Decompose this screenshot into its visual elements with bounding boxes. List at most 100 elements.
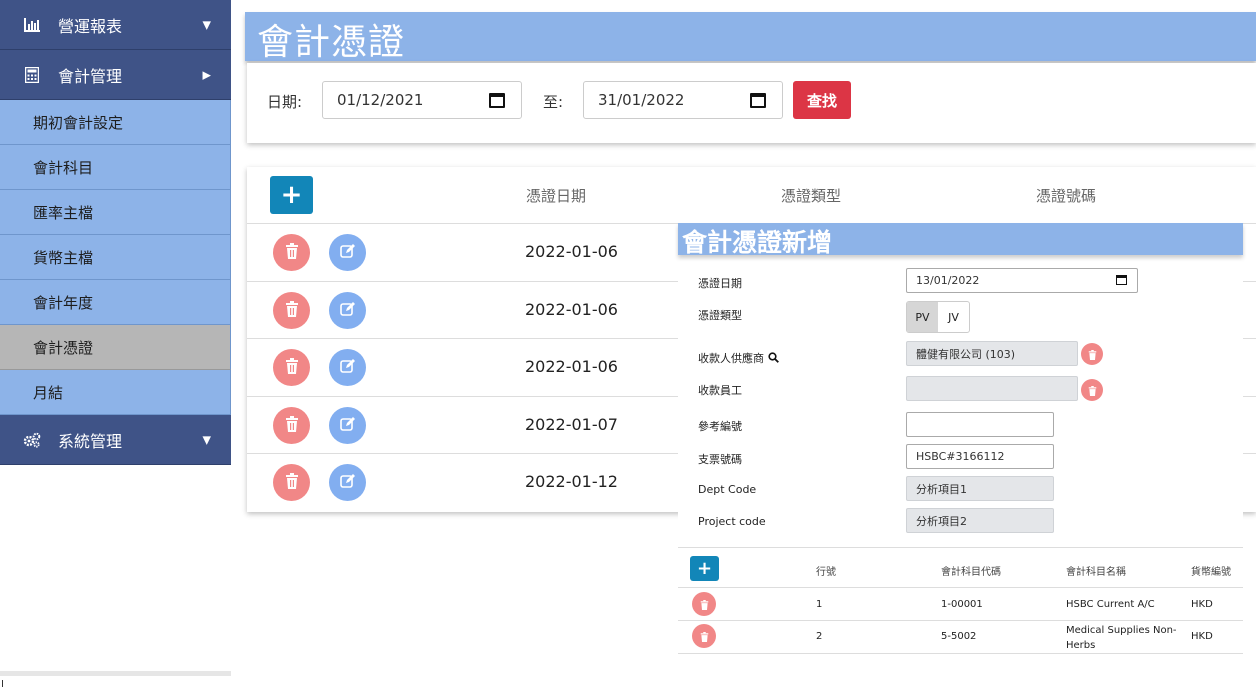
sidebar-scroll-track xyxy=(0,671,231,676)
sidebar-item-system[interactable]: 系統管理 ▼ xyxy=(0,415,231,465)
sidebar-item-label: 會計年度 xyxy=(33,293,94,312)
payee-supplier-field[interactable]: 體健有限公司 (103) xyxy=(906,341,1078,366)
search-button[interactable]: 查找 xyxy=(793,81,851,119)
sidebar-item-accounting[interactable]: 會計管理 ▶ xyxy=(0,50,231,100)
dialog-header: 會計憑證新增 xyxy=(678,223,1243,257)
sidebar-item-currencies[interactable]: 貨幣主檔 xyxy=(0,235,231,280)
sidebar-item-label: 匯率主檔 xyxy=(33,203,94,222)
project-code-value: 分析項目2 xyxy=(916,514,967,528)
project-code-field[interactable]: 分析項目2 xyxy=(906,508,1054,533)
column-header: 貨幣編號 xyxy=(1191,567,1231,578)
calendar-icon[interactable] xyxy=(1116,275,1127,285)
trash-icon xyxy=(285,242,299,263)
divider xyxy=(678,653,1243,654)
from-date-input[interactable]: 01/12/2021 xyxy=(322,81,522,119)
edit-icon xyxy=(339,301,356,321)
delete-button[interactable] xyxy=(273,464,310,501)
sidebar-item-opening-setup[interactable]: 期初會計設定 xyxy=(0,100,231,145)
payee-staff-label: 收款員工 xyxy=(698,384,742,397)
delete-line-button[interactable] xyxy=(692,592,716,616)
column-header: 行號 xyxy=(816,567,836,578)
voucher-date-value: 13/01/2022 xyxy=(916,274,980,287)
divider xyxy=(678,620,1243,621)
sidebar-item-label: 月結 xyxy=(33,383,64,402)
to-date-input[interactable]: 31/01/2022 xyxy=(583,81,783,119)
delete-button[interactable] xyxy=(273,407,310,444)
account-name: Medical Supplies Non-Herbs xyxy=(1066,625,1177,651)
gears-icon xyxy=(22,432,42,448)
edit-button[interactable] xyxy=(329,292,366,329)
payee-supplier-label-text: 收款人供應商 xyxy=(698,352,764,365)
sidebar-item-reports[interactable]: 營運報表 ▼ xyxy=(0,0,231,50)
payee-supplier-label: 收款人供應商 xyxy=(698,350,779,366)
voucher-type-toggle: PV JV xyxy=(906,301,970,333)
plus-icon: + xyxy=(696,558,713,579)
to-date-value: 31/01/2022 xyxy=(598,91,685,109)
trash-icon xyxy=(285,472,299,493)
line-number: 1 xyxy=(816,599,823,610)
delete-line-button[interactable] xyxy=(692,624,716,648)
calendar-icon[interactable] xyxy=(750,93,766,108)
text-cursor xyxy=(2,680,3,687)
dept-code-value: 分析項目1 xyxy=(916,482,967,496)
trash-icon xyxy=(700,627,709,646)
cheque-value: HSBC#3166112 xyxy=(916,450,1005,463)
payee-staff-field[interactable] xyxy=(906,376,1078,401)
delete-button[interactable] xyxy=(273,234,310,271)
edit-button[interactable] xyxy=(329,464,366,501)
edit-button[interactable] xyxy=(329,407,366,444)
column-header: 憑證日期 xyxy=(526,187,587,205)
voucher-date: 2022-01-12 xyxy=(525,472,618,491)
cheque-label: 支票號碼 xyxy=(698,453,742,466)
voucher-date: 2022-01-06 xyxy=(525,242,618,261)
voucher-date-input[interactable]: 13/01/2022 xyxy=(906,268,1138,293)
caret-down-icon: ▼ xyxy=(202,18,211,31)
trash-icon xyxy=(285,357,299,378)
sidebar-item-accounts[interactable]: 會計科目 xyxy=(0,145,231,190)
edit-icon xyxy=(339,243,356,263)
project-code-label: Project code xyxy=(698,515,766,528)
sidebar-item-month-end[interactable]: 月結 xyxy=(0,370,231,415)
page-title: 會計憑證 xyxy=(257,22,406,63)
calendar-icon[interactable] xyxy=(489,93,505,108)
type-pv-option[interactable]: PV xyxy=(907,302,938,332)
delete-button[interactable] xyxy=(273,292,310,329)
sidebar-item-label: 會計憑證 xyxy=(33,338,94,357)
search-icon[interactable] xyxy=(767,352,779,366)
clear-supplier-button[interactable] xyxy=(1081,343,1103,365)
edit-button[interactable] xyxy=(329,349,366,386)
sidebar-item-label: 系統管理 xyxy=(58,431,123,451)
account-code: 1-00001 xyxy=(941,599,983,610)
clear-staff-button[interactable] xyxy=(1081,379,1103,401)
divider xyxy=(678,547,1243,548)
trash-icon xyxy=(1088,345,1097,364)
ref-label: 參考編號 xyxy=(698,420,742,433)
delete-button[interactable] xyxy=(273,349,310,386)
currency-code: HKD xyxy=(1191,631,1213,642)
column-header: 會計科目名稱 xyxy=(1066,567,1126,578)
sidebar: 營運報表 ▼ 會計管理 ▶ 期初會計設定 會計科目 匯率主檔 貨幣主檔 會計年度… xyxy=(0,0,231,465)
add-line-button[interactable]: + xyxy=(690,556,719,581)
plus-icon: + xyxy=(280,180,303,210)
sidebar-item-fiscal-year[interactable]: 會計年度 xyxy=(0,280,231,325)
date-label: 日期: xyxy=(267,93,303,111)
from-date-value: 01/12/2021 xyxy=(337,91,424,109)
dept-code-field[interactable]: 分析項目1 xyxy=(906,476,1054,501)
to-label: 至: xyxy=(543,93,564,111)
dept-code-label: Dept Code xyxy=(698,483,757,496)
edit-button[interactable] xyxy=(329,234,366,271)
voucher-date: 2022-01-06 xyxy=(525,357,618,376)
dialog-title: 會計憑證新增 xyxy=(682,228,833,257)
sidebar-item-label: 營運報表 xyxy=(58,16,123,36)
add-button[interactable]: + xyxy=(270,176,313,214)
sidebar-item-vouchers[interactable]: 會計憑證 xyxy=(0,325,231,370)
cheque-input[interactable]: HSBC#3166112 xyxy=(906,444,1054,469)
sidebar-item-exchange-rates[interactable]: 匯率主檔 xyxy=(0,190,231,235)
voucher-date: 2022-01-07 xyxy=(525,415,618,434)
caret-right-icon: ▶ xyxy=(202,68,211,81)
column-header: 憑證號碼 xyxy=(1036,187,1097,205)
type-jv-option[interactable]: JV xyxy=(938,302,969,332)
ref-input[interactable] xyxy=(906,412,1054,437)
voucher-add-dialog: 會計憑證新增 憑證日期 13/01/2022 憑證類型 PV JV 收款人供應商… xyxy=(678,223,1243,687)
sidebar-item-label: 會計管理 xyxy=(58,66,123,86)
